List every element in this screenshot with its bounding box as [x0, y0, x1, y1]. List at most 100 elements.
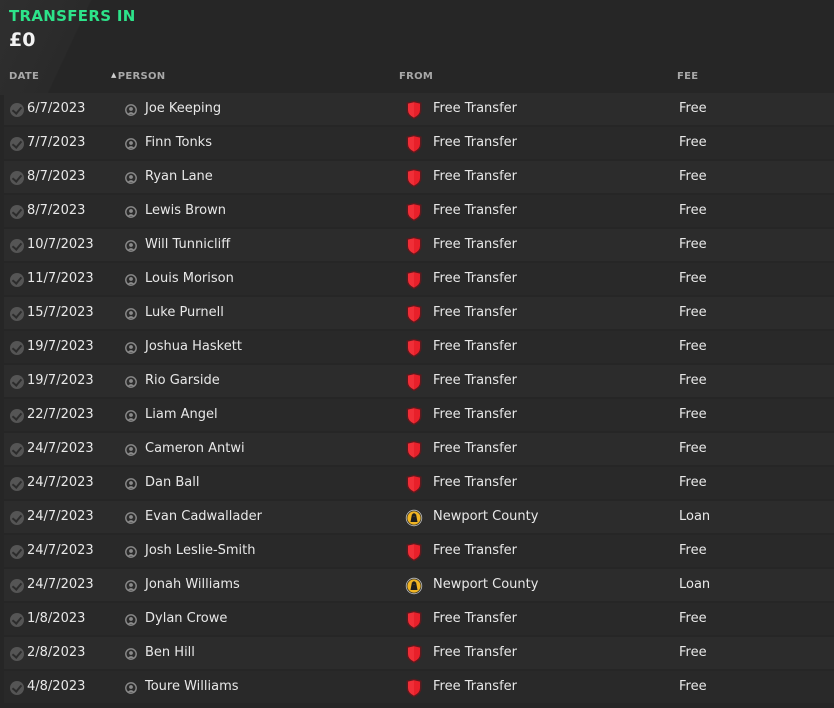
player-name[interactable]: Evan Cadwallader — [145, 501, 262, 533]
person-icon — [125, 206, 137, 218]
player-name[interactable]: Ben Hill — [145, 637, 195, 669]
player-name[interactable]: Ryan Lane — [145, 161, 213, 193]
from-club[interactable]: Newport County — [433, 501, 538, 533]
table-row[interactable]: 24/7/2023 Dan Ball Free Transfer Free — [4, 467, 834, 499]
column-header-fee[interactable]: FEE — [677, 71, 698, 82]
transfer-fee: Free — [679, 203, 707, 218]
from-club[interactable]: Free Transfer — [433, 433, 517, 465]
player-name[interactable]: Toure Williams — [145, 671, 239, 703]
from-club[interactable]: Free Transfer — [433, 161, 517, 193]
table-row[interactable]: 15/7/2023 Luke Purnell Free Transfer Free — [4, 297, 834, 329]
player-name[interactable]: Louis Morison — [145, 263, 234, 295]
table-row[interactable]: 8/7/2023 Lewis Brown Free Transfer Free — [4, 195, 834, 227]
from-club[interactable]: Free Transfer — [433, 671, 517, 703]
free-transfer-shield-icon — [406, 270, 422, 290]
column-header-person[interactable]: ▲PERSON — [111, 71, 165, 82]
table-row[interactable]: 24/7/2023 Cameron Antwi Free Transfer Free — [4, 433, 834, 465]
free-transfer-shield-icon — [406, 678, 422, 698]
player-name[interactable]: Jonah Williams — [145, 569, 240, 601]
transfer-date: 4/8/2023 — [27, 679, 86, 694]
from-club[interactable]: Free Transfer — [433, 331, 517, 363]
table-row[interactable]: 10/7/2023 Will Tunnicliff Free Transfer Fre… — [4, 229, 834, 261]
player-name[interactable]: Joshua Haskett — [145, 331, 242, 363]
table-row[interactable]: 24/7/2023 Jonah Williams Newport County Loa… — [4, 569, 834, 601]
table-row[interactable]: 19/7/2023 Rio Garside Free Transfer Free — [4, 365, 834, 397]
from-club[interactable]: Free Transfer — [433, 93, 517, 125]
table-row[interactable]: 24/7/2023 Josh Leslie-Smith Free Transfer F… — [4, 535, 834, 567]
player-name[interactable]: Dylan Crowe — [145, 603, 227, 635]
player-name[interactable]: Luke Purnell — [145, 297, 224, 329]
from-club[interactable]: Free Transfer — [433, 535, 517, 567]
player-name[interactable]: Josh Leslie-Smith — [145, 535, 256, 567]
table-row[interactable]: 24/7/2023 Evan Cadwallader Newport County L… — [4, 501, 834, 533]
panel-title: TRANSFERS IN — [9, 7, 136, 25]
from-club[interactable]: Free Transfer — [433, 399, 517, 431]
free-transfer-shield-icon — [406, 644, 422, 664]
table-row[interactable]: 19/7/2023 Joshua Haskett Free Transfer Free — [4, 331, 834, 363]
from-club[interactable]: Free Transfer — [433, 127, 517, 159]
check-icon — [10, 205, 24, 219]
sort-ascending-icon: ▲ — [111, 71, 117, 79]
from-club[interactable]: Free Transfer — [433, 603, 517, 635]
person-icon — [125, 240, 137, 252]
check-icon — [10, 239, 24, 253]
column-header-fee-label: FEE — [677, 71, 699, 82]
check-icon — [10, 273, 24, 287]
table-row[interactable]: 4/8/2023 Toure Williams Free Transfer Free — [4, 671, 834, 703]
table-row[interactable]: 7/7/2023 Finn Tonks Free Transfer Free — [4, 127, 834, 159]
person-icon — [125, 138, 137, 150]
column-header-from[interactable]: FROM — [399, 71, 433, 82]
transfer-date: 22/7/2023 — [27, 407, 94, 422]
player-name[interactable]: Will Tunnicliff — [145, 229, 230, 261]
free-transfer-shield-icon — [406, 542, 422, 562]
transfer-date: 24/7/2023 — [27, 577, 94, 592]
player-name[interactable]: Finn Tonks — [145, 127, 212, 159]
person-icon — [125, 478, 137, 490]
person-icon — [125, 648, 137, 660]
check-icon — [10, 341, 24, 355]
free-transfer-shield-icon — [406, 372, 422, 392]
from-club[interactable]: Free Transfer — [433, 297, 517, 329]
table-row[interactable]: 2/8/2023 Ben Hill Free Transfer Free — [4, 637, 834, 669]
from-club[interactable]: Newport County — [433, 569, 538, 601]
player-name[interactable]: Joe Keeping — [145, 93, 221, 125]
person-icon — [125, 274, 137, 286]
from-club[interactable]: Free Transfer — [433, 637, 517, 669]
person-icon — [125, 308, 137, 320]
table-row[interactable]: 1/8/2023 Dylan Crowe Free Transfer Free — [4, 603, 834, 635]
person-icon — [125, 376, 137, 388]
panel-header: TRANSFERS IN £0 — [9, 6, 136, 52]
transfer-fee: Free — [679, 271, 707, 286]
table-row[interactable]: 22/7/2023 Liam Angel Free Transfer Free — [4, 399, 834, 431]
transfer-fee: Free — [679, 679, 707, 694]
person-icon — [125, 682, 137, 694]
transfer-date: 24/7/2023 — [27, 441, 94, 456]
check-icon — [10, 681, 24, 695]
table-row[interactable]: 6/7/2023 Joe Keeping Free Transfer Free — [4, 93, 834, 125]
transfer-date: 15/7/2023 — [27, 305, 94, 320]
table-row[interactable]: 8/7/2023 Ryan Lane Free Transfer Free — [4, 161, 834, 193]
table-row[interactable]: 11/7/2023 Louis Morison Free Transfer Free — [4, 263, 834, 295]
check-icon — [10, 511, 24, 525]
from-club[interactable]: Free Transfer — [433, 263, 517, 295]
from-club[interactable]: Free Transfer — [433, 365, 517, 397]
column-header-date[interactable]: DATE — [9, 71, 39, 82]
check-icon — [10, 307, 24, 321]
person-icon — [125, 342, 137, 354]
newport-county-crest-icon — [405, 577, 423, 595]
person-icon — [125, 614, 137, 626]
player-name[interactable]: Lewis Brown — [145, 195, 226, 227]
free-transfer-shield-icon — [406, 474, 422, 494]
from-club[interactable]: Free Transfer — [433, 195, 517, 227]
player-name[interactable]: Cameron Antwi — [145, 433, 245, 465]
check-icon — [10, 171, 24, 185]
player-name[interactable]: Rio Garside — [145, 365, 220, 397]
from-club[interactable]: Free Transfer — [433, 229, 517, 261]
from-club[interactable]: Free Transfer — [433, 467, 517, 499]
transfer-date: 19/7/2023 — [27, 339, 94, 354]
free-transfer-shield-icon — [406, 440, 422, 460]
check-icon — [10, 477, 24, 491]
player-name[interactable]: Liam Angel — [145, 399, 218, 431]
person-icon — [125, 410, 137, 422]
player-name[interactable]: Dan Ball — [145, 467, 199, 499]
